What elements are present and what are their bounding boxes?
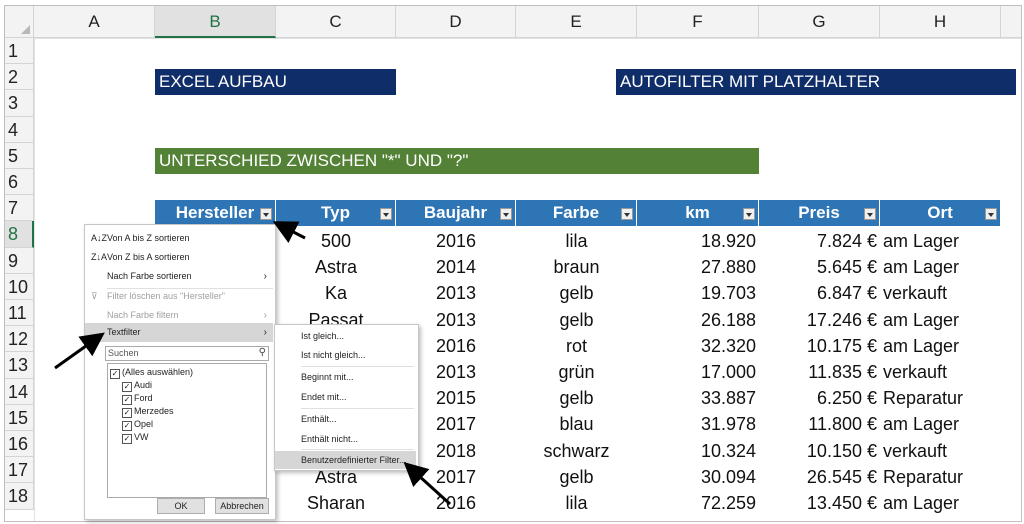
arrow-to-textfilter bbox=[54, 332, 105, 370]
arrow-to-custom-filter bbox=[403, 461, 452, 506]
annotation-arrows bbox=[54, 221, 452, 506]
arrow-to-filter-button bbox=[272, 221, 306, 243]
